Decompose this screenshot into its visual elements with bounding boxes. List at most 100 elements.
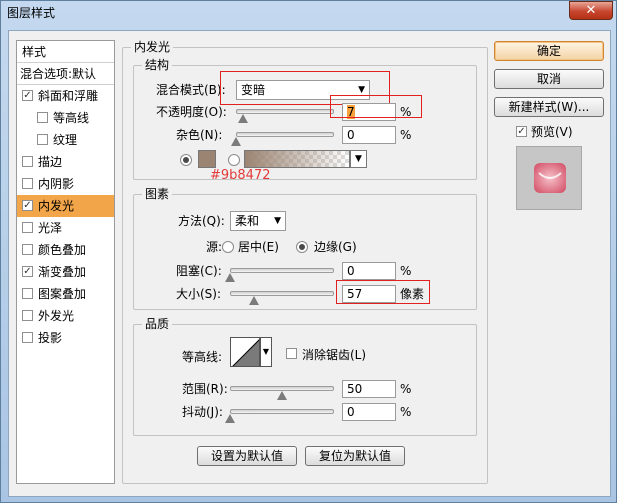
style-list: 样式 混合选项:默认 ✓ 斜面和浮雕等高线纹理描边内阴影 ✓ 内发光光泽颜色叠加 ✓ 渐变…	[16, 40, 115, 484]
choke-input[interactable]: 0	[342, 262, 396, 280]
style-item-label: 内发光	[38, 199, 75, 213]
close-button[interactable]: ✕	[569, 1, 613, 20]
preview-glow-icon	[534, 163, 566, 193]
method-label: 方法(Q):	[178, 214, 225, 228]
style-item[interactable]: ✓ 渐变叠加	[17, 261, 114, 283]
style-checkbox[interactable]	[37, 112, 48, 123]
preview-thumbnail	[516, 146, 582, 210]
preview-label[interactable]: 预览(V)	[531, 124, 573, 140]
anti-alias-label[interactable]: 消除锯齿(L)	[302, 347, 366, 363]
preview-checkbox[interactable]: ✓	[516, 126, 527, 137]
dialog-client: 样式 混合选项:默认 ✓ 斜面和浮雕等高线纹理描边内阴影 ✓ 内发光光泽颜色叠加 ✓ 渐变…	[8, 30, 611, 497]
style-item[interactable]: 投影	[17, 327, 114, 349]
style-item[interactable]: 纹理	[17, 129, 114, 151]
cancel-button[interactable]: 取消	[494, 69, 604, 89]
style-item-label: 外发光	[38, 309, 75, 323]
style-item[interactable]: 颜色叠加	[17, 239, 114, 261]
style-checkbox[interactable]	[22, 222, 33, 233]
style-item-label: 颜色叠加	[38, 243, 87, 257]
make-default-button[interactable]: 设置为默认值	[197, 446, 297, 466]
style-item[interactable]: ✓ 内发光	[17, 195, 114, 217]
reset-default-button[interactable]: 复位为默认值	[305, 446, 405, 466]
layer-style-dialog: 图层样式 ✕ 样式 混合选项:默认 ✓ 斜面和浮雕等高线纹理描边内阴影 ✓ 内发光光泽…	[0, 0, 617, 503]
style-item-label: 纹理	[53, 133, 78, 147]
choke-slider[interactable]	[230, 268, 334, 273]
ok-button[interactable]: 确定	[494, 41, 604, 61]
style-checkbox[interactable]: ✓	[22, 90, 33, 101]
style-checkbox[interactable]	[22, 244, 33, 255]
source-edge-label[interactable]: 边缘(G)	[314, 239, 357, 255]
contour-arrow-icon[interactable]: ▼	[260, 337, 272, 367]
jitter-unit: %	[400, 405, 412, 419]
jitter-slider[interactable]	[230, 409, 334, 414]
style-checkbox[interactable]: ✓	[22, 266, 33, 277]
inner-glow-title: 内发光	[131, 39, 174, 55]
size-slider-thumb[interactable]	[248, 296, 259, 305]
annotation-box-opacity	[330, 95, 422, 118]
style-checkbox[interactable]	[22, 156, 33, 167]
noise-slider[interactable]	[236, 132, 334, 137]
elements-group: 图素 方法(Q): 柔和 ▼ 源: 居中(E) 边缘(G) 阻塞(C): 0 %…	[133, 186, 477, 310]
contour-curve-icon	[232, 339, 259, 366]
noise-unit: %	[400, 128, 412, 142]
structure-group: 结构 混合模式(B): 变暗 ▼ 不透明度(O): 7 % 杂色(N): 0 %…	[133, 57, 477, 183]
style-item[interactable]: 内阴影	[17, 173, 114, 195]
style-item-label: 等高线	[53, 111, 90, 125]
opacity-slider[interactable]	[236, 109, 334, 114]
size-slider[interactable]	[230, 291, 334, 296]
jitter-input[interactable]: 0	[342, 403, 396, 421]
style-items: ✓ 斜面和浮雕等高线纹理描边内阴影 ✓ 内发光光泽颜色叠加 ✓ 渐变叠加图案叠加外发光投影	[17, 85, 114, 349]
title-bar[interactable]: 图层样式 ✕	[1, 1, 617, 23]
style-checkbox[interactable]: ✓	[22, 200, 33, 211]
color-annotation-text: #9b8472	[210, 168, 271, 183]
source-edge-radio[interactable]	[296, 241, 308, 253]
style-item-label: 渐变叠加	[38, 265, 87, 279]
style-checkbox[interactable]	[22, 332, 33, 343]
annotation-box-size	[336, 280, 430, 304]
range-input[interactable]: 50	[342, 380, 396, 398]
source-center-radio[interactable]	[222, 241, 234, 253]
style-checkbox[interactable]	[22, 178, 33, 189]
noise-input[interactable]: 0	[342, 126, 396, 144]
gradient-radio[interactable]	[228, 154, 240, 166]
dropdown-arrow-icon: ▼	[274, 216, 281, 226]
style-item[interactable]: 图案叠加	[17, 283, 114, 305]
range-label: 范围(R):	[182, 382, 228, 396]
style-item[interactable]: 等高线	[17, 107, 114, 129]
style-checkbox[interactable]	[22, 288, 33, 299]
blend-options-item[interactable]: 混合选项:默认	[17, 63, 114, 85]
choke-label: 阻塞(C):	[176, 264, 222, 278]
gradient-swatch[interactable]	[244, 150, 350, 168]
inner-glow-group: 内发光 结构 混合模式(B): 变暗 ▼ 不透明度(O): 7 % 杂色(N):	[122, 39, 488, 484]
jitter-label: 抖动(J):	[182, 405, 223, 419]
source-label: 源:	[206, 240, 223, 254]
style-item[interactable]: 描边	[17, 151, 114, 173]
style-list-header[interactable]: 样式	[17, 41, 114, 63]
opacity-slider-thumb[interactable]	[237, 114, 248, 123]
method-select[interactable]: 柔和 ▼	[230, 211, 286, 231]
jitter-slider-thumb[interactable]	[225, 414, 235, 423]
quality-group: 品质 等高线: ▼ 消除锯齿(L) 范围(R): 50 % 抖动(J): 0 %	[133, 316, 477, 436]
color-radio[interactable]	[180, 154, 192, 166]
style-checkbox[interactable]	[37, 134, 48, 145]
style-item-label: 斜面和浮雕	[38, 89, 99, 103]
gradient-picker-arrow-icon[interactable]: ▼	[350, 150, 367, 168]
range-slider-thumb[interactable]	[277, 391, 287, 400]
style-checkbox[interactable]	[22, 310, 33, 321]
style-item[interactable]: ✓ 斜面和浮雕	[17, 85, 114, 107]
anti-alias-checkbox[interactable]	[286, 348, 297, 359]
quality-title: 品质	[142, 316, 173, 332]
opacity-label: 不透明度(O):	[156, 105, 227, 119]
choke-slider-thumb[interactable]	[225, 273, 235, 282]
glow-color-swatch[interactable]	[198, 150, 216, 168]
elements-title: 图素	[142, 186, 173, 202]
style-item[interactable]: 光泽	[17, 217, 114, 239]
noise-slider-thumb[interactable]	[231, 137, 241, 146]
source-center-label[interactable]: 居中(E)	[238, 239, 279, 255]
window-title: 图层样式	[7, 6, 56, 20]
style-item-label: 内阴影	[38, 177, 75, 191]
new-style-button[interactable]: 新建样式(W)...	[494, 97, 604, 117]
method-value: 柔和	[235, 214, 260, 228]
style-item[interactable]: 外发光	[17, 305, 114, 327]
contour-picker[interactable]	[230, 337, 260, 367]
